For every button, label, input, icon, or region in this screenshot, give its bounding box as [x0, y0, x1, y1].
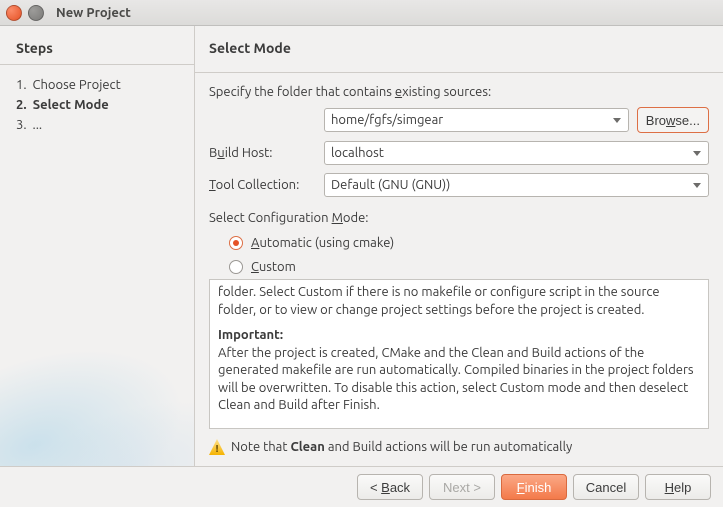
main-panel: Select Mode Specify the folder that cont…: [195, 26, 723, 466]
step-label: ...: [33, 118, 43, 132]
build-host-value: localhost: [331, 146, 384, 160]
build-host-label: Build Host:: [209, 146, 324, 160]
step-num: 1.: [16, 78, 27, 92]
divider: [195, 72, 723, 73]
tool-collection-label: Tool Collection:: [209, 178, 324, 192]
step-num: 3.: [16, 118, 27, 132]
step-num: 2.: [16, 98, 27, 112]
step-choose-project: 1. Choose Project: [16, 75, 182, 95]
radio-automatic[interactable]: Automatic (using cmake): [229, 236, 709, 250]
info-textarea[interactable]: folder. Select Custom if there is no mak…: [209, 279, 709, 429]
step-select-mode: 2. Select Mode: [16, 95, 182, 115]
tool-collection-combo[interactable]: Default (GNU (GNU)): [324, 173, 709, 197]
step-ellipsis: 3. ...: [16, 115, 182, 135]
steps-heading: Steps: [16, 40, 182, 56]
folder-combo[interactable]: home/fgfs/simgear: [324, 108, 629, 132]
radio-custom[interactable]: Custom: [229, 260, 709, 274]
help-button[interactable]: Help: [645, 474, 711, 500]
finish-button[interactable]: Finish: [501, 474, 567, 500]
minimize-icon[interactable]: [28, 5, 44, 21]
note-row: ! Note that Clean and Build actions will…: [209, 439, 709, 455]
footer: < Back Next > Finish Cancel Help: [0, 466, 723, 507]
window-title: New Project: [56, 6, 131, 20]
radio-off-icon: [229, 260, 243, 274]
folder-prompt: Specify the folder that contains existin…: [209, 85, 709, 99]
close-icon[interactable]: [6, 5, 22, 21]
info-important: Important:: [218, 328, 283, 342]
step-label: Choose Project: [33, 78, 121, 92]
divider: [0, 64, 194, 65]
content: Steps 1. Choose Project 2. Select Mode 3…: [0, 26, 723, 466]
radio-on-icon: [229, 236, 243, 250]
browse-button[interactable]: Browse...: [637, 107, 709, 133]
config-mode-label: Select Configuration Mode:: [209, 211, 709, 225]
radio-automatic-label: Automatic (using cmake): [251, 236, 394, 250]
cancel-button[interactable]: Cancel: [573, 474, 639, 500]
steps-panel: Steps 1. Choose Project 2. Select Mode 3…: [0, 26, 195, 466]
step-label: Select Mode: [33, 98, 109, 112]
warning-icon: !: [209, 439, 225, 455]
info-p1: folder. Select Custom if there is no mak…: [218, 284, 700, 319]
titlebar: New Project: [0, 0, 723, 26]
radio-custom-label: Custom: [251, 260, 296, 274]
note-text: Note that Clean and Build actions will b…: [231, 440, 572, 454]
build-host-combo[interactable]: localhost: [324, 141, 709, 165]
panel-title: Select Mode: [209, 40, 709, 56]
next-button: Next >: [429, 474, 495, 500]
info-p2: After the project is created, CMake and …: [218, 346, 694, 413]
folder-value: home/fgfs/simgear: [331, 113, 443, 127]
back-button[interactable]: < Back: [357, 474, 423, 500]
tool-collection-value: Default (GNU (GNU)): [331, 178, 450, 192]
